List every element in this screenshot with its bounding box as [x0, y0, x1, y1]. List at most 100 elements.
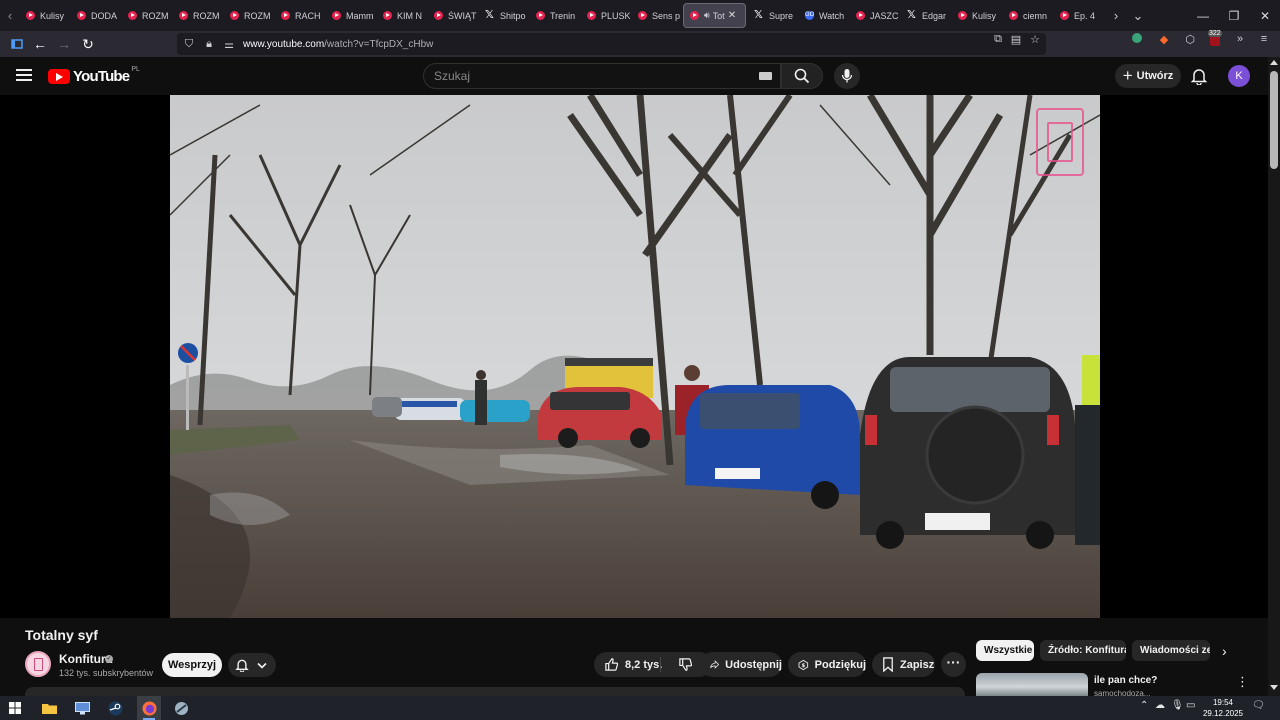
- shield-extension-icon[interactable]: [1128, 33, 1146, 46]
- recommended-title[interactable]: ile pan chce?: [1094, 675, 1157, 686]
- browser-tab[interactable]: Kulisy: [20, 3, 69, 28]
- like-count[interactable]: 8,2 tys.: [625, 659, 662, 671]
- browser-tab[interactable]: ŚWIĄT: [428, 3, 477, 28]
- video-player[interactable]: [0, 95, 1268, 618]
- youtube-icon: [1009, 11, 1018, 20]
- tab-label: Trenin: [550, 10, 576, 21]
- picture-in-picture-icon[interactable]: ⧉: [989, 33, 1007, 46]
- tabs-scroll-left-button[interactable]: ‹: [0, 0, 20, 31]
- chip-news[interactable]: Wiadomości ze ...: [1132, 640, 1210, 661]
- browser-tab[interactable]: KIM N: [377, 3, 426, 28]
- more-tools-icon[interactable]: »: [1231, 33, 1249, 45]
- tab-label: KIM N: [397, 10, 423, 21]
- app-menu-icon[interactable]: ≡: [1255, 33, 1273, 45]
- create-button[interactable]: + Utwórz: [1115, 64, 1181, 88]
- steam-icon[interactable]: [106, 699, 124, 717]
- youtube-logo[interactable]: YouTube PL: [48, 66, 140, 85]
- more-actions-icon[interactable]: ···: [941, 652, 966, 677]
- support-button[interactable]: Wesprzyj: [162, 653, 222, 677]
- thumbs-up-icon[interactable]: [604, 657, 619, 672]
- lock-icon[interactable]: 🔒︎: [201, 38, 217, 51]
- browser-tab[interactable]: 𝕏 Shitpo: [479, 3, 528, 28]
- ublock-extension-icon[interactable]: 322: [1206, 30, 1224, 47]
- minimize-window-button[interactable]: —: [1187, 0, 1219, 31]
- share-button[interactable]: Udostępnij: [700, 652, 782, 677]
- file-explorer-icon[interactable]: [40, 699, 58, 717]
- reader-view-icon[interactable]: ▤: [1007, 33, 1025, 46]
- browser-tab[interactable]: Ep. 4: [1054, 3, 1103, 28]
- save-button[interactable]: Zapisz: [872, 652, 935, 677]
- firefox-icon[interactable]: [140, 699, 158, 717]
- permissions-icon[interactable]: ⚌: [221, 38, 237, 51]
- scroll-up-arrow-icon[interactable]: [1270, 60, 1278, 65]
- tracking-protection-icon[interactable]: ⛉: [181, 38, 197, 51]
- browser-tab[interactable]: ciemn: [1003, 3, 1052, 28]
- bookmark-star-icon[interactable]: ☆: [1026, 33, 1044, 46]
- thanks-button[interactable]: $ Podziękuj: [788, 652, 866, 677]
- chip-all[interactable]: Wszystkie: [976, 640, 1034, 661]
- sidebar-toggle-icon[interactable]: [7, 34, 27, 54]
- tab-label: Mamm: [346, 10, 374, 21]
- browser-tab[interactable]: JASZC: [850, 3, 899, 28]
- list-all-tabs-button[interactable]: ⌄: [1127, 8, 1149, 24]
- back-button[interactable]: ←: [30, 34, 50, 54]
- forward-button[interactable]: →: [54, 34, 74, 54]
- voice-search-button[interactable]: [834, 63, 860, 89]
- tab-close-icon[interactable]: ✕: [728, 10, 736, 21]
- microphone-tray-icon[interactable]: 🎙︎: [1171, 700, 1184, 711]
- browser-tab[interactable]: Mamm: [326, 3, 375, 28]
- tab-label: PLUSK: [601, 10, 630, 21]
- notifications-center-icon[interactable]: 🗨︎: [1252, 700, 1265, 711]
- go-icon: GO: [805, 11, 815, 20]
- browser-tab[interactable]: Sens p: [632, 3, 681, 28]
- windows-start-icon[interactable]: [6, 699, 24, 717]
- search-input[interactable]: Szukaj: [423, 63, 781, 89]
- browser-tab[interactable]: PLUSK: [581, 3, 630, 28]
- tab-label: ŚWIĄT: [448, 10, 477, 21]
- tabs-scroll-right-button[interactable]: ›: [1105, 8, 1127, 23]
- restore-window-button[interactable]: ❐: [1218, 0, 1250, 31]
- close-window-button[interactable]: ✕: [1249, 0, 1280, 31]
- guide-menu-icon[interactable]: [16, 69, 32, 81]
- browser-tab[interactable]: Trenin: [530, 3, 579, 28]
- remote-desktop-icon[interactable]: [73, 699, 91, 717]
- browser-tab[interactable]: GO Watch: [799, 3, 848, 28]
- browser-tab[interactable]: ROZM: [224, 3, 273, 28]
- browser-tab[interactable]: 𝕏 Supre: [748, 3, 797, 28]
- recommended-thumbnail[interactable]: [976, 673, 1088, 696]
- browser-tab[interactable]: ROZM: [173, 3, 222, 28]
- page-scrollbar[interactable]: [1268, 57, 1280, 696]
- onedrive-cloud-icon[interactable]: ☁︎: [1155, 700, 1165, 711]
- browser-tab[interactable]: Kulisy: [952, 3, 1001, 28]
- recommended-menu-icon[interactable]: ⋮: [1236, 674, 1249, 690]
- thumbs-down-icon[interactable]: [678, 657, 693, 672]
- browser-tab[interactable]: ROZM: [122, 3, 171, 28]
- account-avatar[interactable]: K: [1228, 65, 1250, 87]
- scrollbar-thumb[interactable]: [1270, 71, 1278, 169]
- channel-avatar[interactable]: [25, 651, 51, 677]
- tray-overflow-chevron-icon[interactable]: ⌃: [1140, 700, 1148, 711]
- fox-extension-icon[interactable]: ◆: [1155, 33, 1173, 46]
- notifications-bell-icon[interactable]: [1190, 67, 1208, 86]
- tab-label: ciemn: [1023, 10, 1048, 21]
- address-bar[interactable]: ⛉ 🔒︎ ⚌ www.youtube.com/watch?v=TfcpDX_cH…: [177, 33, 1046, 55]
- browser-tab[interactable]: RACH: [275, 3, 324, 28]
- taskbar-clock[interactable]: 19:54 29.12.2025: [1200, 697, 1246, 719]
- browser-tab[interactable]: 𝕏 Edgar: [901, 3, 950, 28]
- video-frame[interactable]: [170, 95, 1100, 618]
- youtube-header: YouTube PL Szukaj + Utwórz K: [0, 57, 1268, 95]
- browser-tab[interactable]: DODA: [71, 3, 120, 28]
- extensions-icon[interactable]: ⬡: [1181, 33, 1199, 46]
- subscription-notifications-button[interactable]: [228, 653, 276, 677]
- chips-next-arrow-icon[interactable]: ›: [1222, 643, 1227, 659]
- scroll-down-arrow-icon[interactable]: [1270, 685, 1278, 690]
- keyboard-icon[interactable]: [759, 72, 772, 80]
- app-tray-taskbar-icon[interactable]: [172, 699, 190, 717]
- browser-tab-active[interactable]: 🔊︎ Tot ✕: [683, 3, 746, 28]
- search-button[interactable]: [781, 63, 823, 89]
- reload-button[interactable]: ↻: [78, 34, 98, 54]
- youtube-icon: [179, 11, 188, 20]
- network-icon[interactable]: ▭: [1186, 700, 1195, 711]
- chip-source[interactable]: Źródło: Konfitura: [1040, 640, 1126, 661]
- tab-audio-icon[interactable]: 🔊︎: [704, 10, 710, 21]
